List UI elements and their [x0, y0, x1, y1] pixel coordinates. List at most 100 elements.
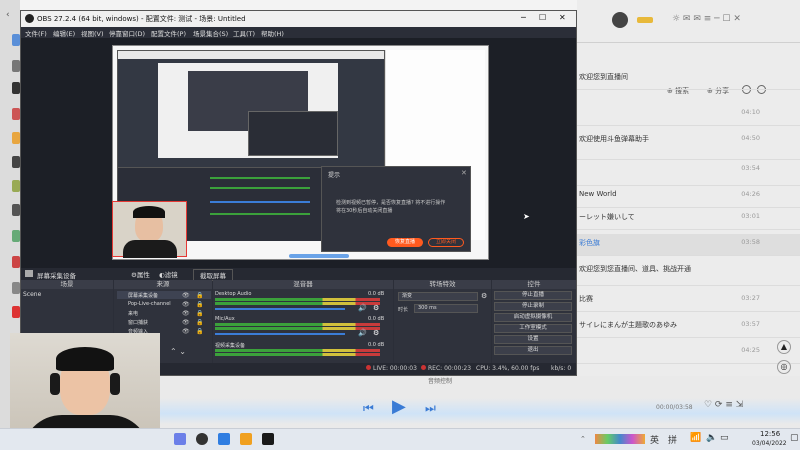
menu-file[interactable]: 文件(F): [25, 28, 47, 38]
app-thumb[interactable]: [12, 256, 20, 268]
source-item[interactable]: Pop-Live-channel: [128, 301, 171, 307]
volume-slider[interactable]: [215, 308, 345, 310]
stop-streaming-button[interactable]: 停止直播: [494, 291, 572, 300]
studio-mode-button[interactable]: 工作室模式: [494, 324, 572, 333]
volume-meter: [215, 302, 380, 305]
list-item[interactable]: 欢迎您到您直播间、道具、挑战开通: [577, 260, 800, 286]
volume-slider[interactable]: [215, 333, 345, 335]
virtual-camera-button[interactable]: 启动虚拟摄像机: [494, 313, 572, 322]
stop-recording-button[interactable]: 停止录制: [494, 302, 572, 311]
list-item-active[interactable]: 彩色旗 03:58: [577, 234, 800, 256]
app-thumb[interactable]: [12, 82, 20, 94]
app-icon[interactable]: [218, 433, 230, 445]
menu-view[interactable]: 视图(V): [81, 28, 104, 38]
volume-meter: [215, 353, 380, 356]
menu-tools[interactable]: 工具(T): [233, 28, 255, 38]
menu-edit[interactable]: 编辑(E): [53, 28, 75, 38]
webcam-source-selected[interactable]: [112, 201, 187, 258]
app-thumb[interactable]: [12, 306, 20, 318]
list-item[interactable]: 比赛 03:27: [577, 290, 800, 312]
minimize-button[interactable]: ─: [521, 13, 526, 22]
source-item[interactable]: 屏幕采集设备: [128, 292, 158, 299]
list-item[interactable]: サイレにまんが主題歌のあゆみ 03:57: [577, 316, 800, 338]
wifi-icon[interactable]: 📶: [690, 433, 701, 443]
volume-icon[interactable]: 🔈: [706, 433, 717, 443]
list-item[interactable]: 欢迎使用斗鱼弹幕助手 04:50: [577, 130, 800, 160]
app-thumb[interactable]: [12, 156, 20, 168]
menu-docks[interactable]: 停靠窗口(D): [109, 28, 145, 38]
exit-button[interactable]: 退出: [494, 346, 572, 355]
scene-item[interactable]: Scene: [23, 291, 41, 298]
list-item[interactable]: 04:25: [577, 342, 800, 364]
app-thumb[interactable]: [12, 180, 20, 192]
app-thumb[interactable]: [12, 204, 20, 216]
maximize-button[interactable]: ☐: [539, 13, 546, 22]
clock-date[interactable]: 03/04/2022: [752, 440, 787, 447]
source-item[interactable]: 窗口捕获: [128, 319, 148, 326]
mixer-channel-db: 0.0 dB: [368, 342, 385, 348]
source-toolbar: 屏幕采集设备 ⚙属性 ◐滤镜 截取屏幕: [21, 268, 576, 281]
app-icon[interactable]: [174, 433, 186, 445]
app-thumb[interactable]: [12, 230, 20, 242]
close-button[interactable]: ✕: [559, 13, 566, 22]
list-item[interactable]: 04:10: [577, 104, 800, 126]
lock-icon[interactable]: 🔒 🔒 🔒 🔒 🔒: [196, 291, 203, 336]
app-thumb[interactable]: [12, 60, 20, 72]
transition-select[interactable]: 渐变: [398, 292, 478, 301]
visibility-icon[interactable]: 👁 👁 👁 👁 👁: [182, 291, 190, 336]
tray-icons[interactable]: [595, 434, 645, 444]
speaker-icon[interactable]: 🔊: [358, 304, 367, 312]
resume-stream-button[interactable]: 恢复直播: [387, 238, 423, 247]
back-icon[interactable]: ‹: [6, 10, 10, 20]
avatar[interactable]: [612, 12, 628, 28]
battery-icon[interactable]: ▭: [720, 433, 729, 443]
preview-canvas[interactable]: 提示 ✕ 检测到视频已暂停，是否恢复直播? 将不进行操作 将在30秒后自动关闭直…: [21, 38, 576, 268]
app-thumb[interactable]: [12, 34, 20, 46]
menu-scene-collection[interactable]: 场景集合(S): [193, 28, 228, 38]
menu-help[interactable]: 帮助(H): [261, 28, 284, 38]
list-item[interactable]: New World 04:26: [577, 186, 800, 208]
speaker-icon[interactable]: 🔊: [358, 329, 367, 337]
filters-button[interactable]: ◐滤镜: [159, 269, 178, 279]
dialog-close-icon[interactable]: ✕: [461, 169, 467, 177]
terminal-icon[interactable]: [262, 433, 274, 445]
controls-dock: 停止直播 停止录制 启动虚拟摄像机 工作室模式 设置 退出: [492, 289, 576, 363]
ime-mode[interactable]: 拼: [668, 433, 677, 446]
headphone-left: [50, 373, 60, 395]
app-thumb[interactable]: [12, 108, 20, 120]
list-item[interactable]: ーレット嫌いして 03:01: [577, 208, 800, 230]
scroll-up-icon[interactable]: ▲: [777, 340, 791, 354]
list-item[interactable]: 03:54: [577, 160, 800, 186]
notification-icon[interactable]: ▢: [790, 433, 799, 443]
settings-button[interactable]: 设置: [494, 335, 572, 344]
properties-button[interactable]: ⚙属性: [131, 269, 150, 279]
move-up-icon[interactable]: ⌃ ⌄: [170, 347, 186, 356]
locate-icon[interactable]: ◎: [777, 360, 791, 374]
mixer-channel-db: 0.0 dB: [368, 291, 385, 297]
controls-header: 控件: [492, 280, 576, 289]
duration-input[interactable]: 300 ms: [414, 304, 478, 313]
close-now-button[interactable]: 立即关闭: [428, 238, 464, 247]
play-icon[interactable]: ▶: [392, 396, 406, 417]
dialog-title: 提示: [328, 172, 341, 179]
app-thumb[interactable]: [12, 282, 20, 294]
clock-time[interactable]: 12:56: [760, 430, 780, 438]
toolbar-icons[interactable]: ☼ ✉ ✉ ≡ ─ ☐ ✕: [672, 14, 741, 24]
app-thumb[interactable]: [12, 132, 20, 144]
vip-badge: [637, 17, 653, 23]
gear-icon[interactable]: ⚙: [373, 329, 379, 337]
list-item[interactable]: 欢迎您到直播间: [577, 68, 800, 90]
tray-chevron-icon[interactable]: ⌃: [580, 435, 586, 443]
gear-icon[interactable]: ⚙: [373, 304, 379, 312]
obs-icon[interactable]: [196, 433, 208, 445]
menu-profile[interactable]: 配置文件(P): [151, 28, 186, 38]
next-track-icon[interactable]: ⏭: [425, 401, 436, 416]
gear-icon[interactable]: ⚙: [481, 292, 487, 300]
ime-lang[interactable]: 英: [650, 433, 659, 446]
player-options-icons[interactable]: ♡ ⟳ ≡ ⇲: [704, 400, 743, 410]
volume-meter: [215, 327, 380, 330]
source-item[interactable]: 来电: [128, 310, 138, 317]
app-icon[interactable]: [240, 433, 252, 445]
rec-time: REC: 00:00:23: [428, 365, 472, 372]
prev-track-icon[interactable]: ⏮: [363, 401, 374, 416]
